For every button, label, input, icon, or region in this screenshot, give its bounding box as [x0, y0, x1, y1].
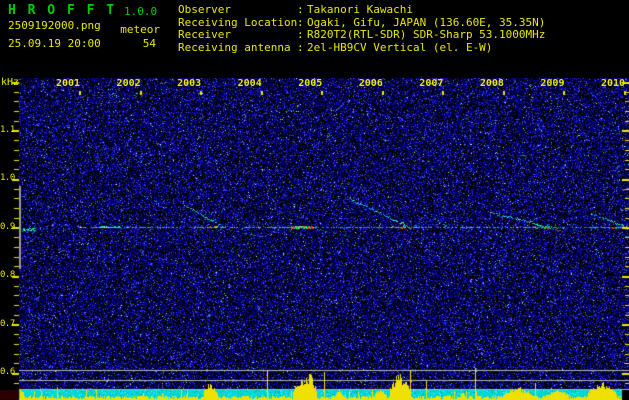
time-label-2006: 2006 [358, 78, 383, 89]
app-version: 1.0.0 [124, 5, 158, 18]
time-label-2003: 2003 [177, 78, 202, 89]
info-label: Receiver [178, 28, 231, 41]
info-label: Observer [178, 3, 231, 16]
freq-tick-label-0.8: 0.8 [0, 270, 15, 280]
freq-tick-label-0.7: 0.7 [0, 318, 15, 329]
time-label-2008: 2008 [479, 78, 504, 89]
info-separator: : [297, 28, 304, 41]
info-value: Takanori Kawachi [307, 3, 413, 16]
spectrogram-canvas [0, 78, 629, 400]
spectrogram-area: kHz 1.1 1.0 0.9 0.8 0.7 0.6 2001 2002 2003 2004 20… [0, 77, 629, 400]
freq-tick-label-1.1: 1.1 [0, 124, 15, 135]
freq-tick-label-1.0: 1.0 [0, 173, 15, 183]
time-label-2010: 2010 [600, 78, 626, 89]
hrofft-window: H R O F F T 1.0.0 2509192000.png meteor … [0, 0, 629, 400]
time-label-2009: 2009 [540, 78, 565, 89]
time-label-2004: 2004 [237, 78, 262, 89]
timestamp: 25.09.19 20:00 [8, 37, 101, 50]
time-label-2001: 2001 [56, 78, 81, 89]
info-row-observer: Observer: Takanori Kawachi [178, 3, 545, 17]
freq-axis-unit: kHz [1, 77, 20, 88]
info-separator: : [297, 3, 304, 16]
mode-label: meteor [120, 23, 160, 36]
time-label-2007: 2007 [419, 78, 444, 89]
info-separator: : [297, 40, 304, 54]
info-row-receiver: Receiver: R820T2(RTL-SDR) SDR-Sharp 53.10… [178, 28, 546, 42]
app-title: H R O F F T [8, 3, 117, 18]
time-label-2005: 2005 [298, 78, 323, 89]
info-value: R820T2(RTL-SDR) SDR-Sharp 53.1000MHz [307, 28, 546, 41]
info-row-antenna: Receiving antenna:2el-HB9CV Vertical (el… [178, 40, 545, 55]
station-info: Observer: Takanori Kawachi Receiving Loca… [178, 3, 546, 55]
freq-tick-label-0.9: 0.9 [0, 221, 15, 232]
time-label-2002: 2002 [116, 78, 141, 89]
meteor-count: 54 [142, 37, 156, 50]
info-label: Receiving antenna [178, 40, 291, 54]
freq-tick-label-0.6: 0.6 [0, 367, 15, 377]
info-value: 2el-HB9CV Vertical (el. E-W) [307, 40, 493, 54]
output-filename: 2509192000.png [8, 19, 101, 32]
